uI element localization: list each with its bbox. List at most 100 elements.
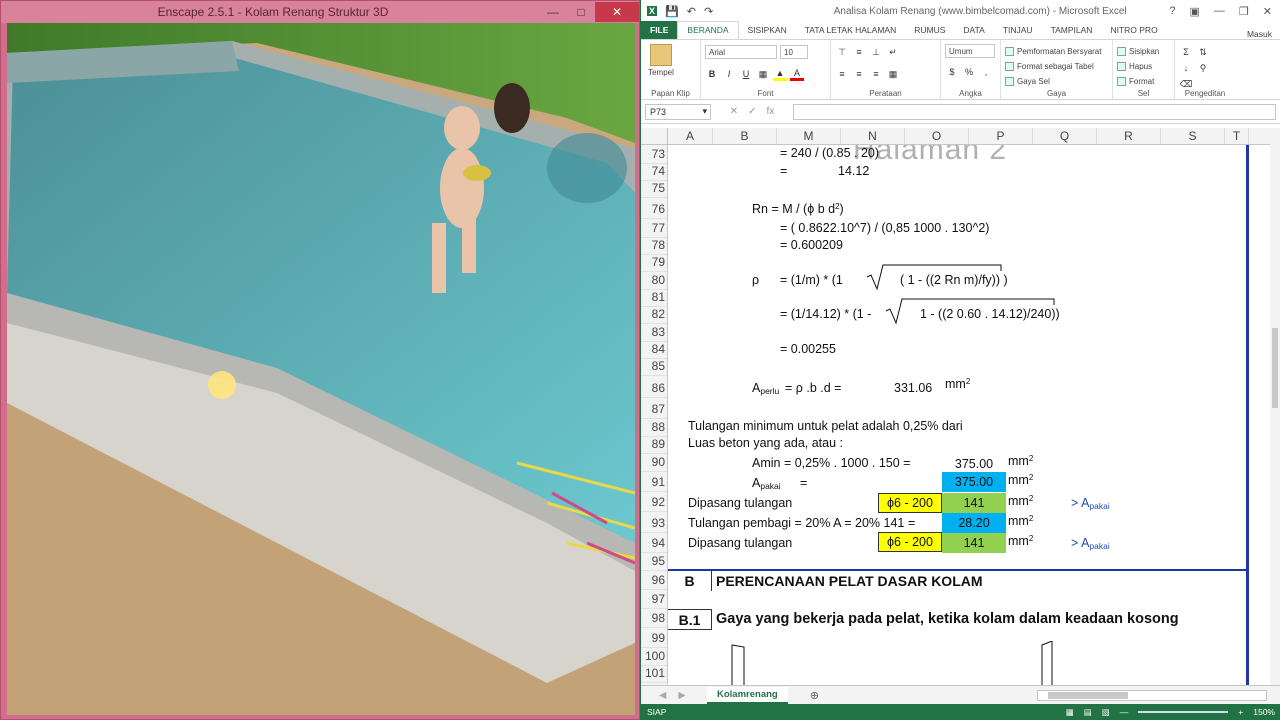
font-name-select[interactable]: Arial (705, 45, 777, 59)
save-icon[interactable]: 💾 (665, 5, 679, 18)
tab-review[interactable]: TINJAU (994, 21, 1042, 39)
insert-function-icon[interactable]: fx (767, 106, 775, 117)
fill-color-icon[interactable]: ▲ (773, 67, 787, 81)
page-break-view-icon[interactable]: ▧ (1102, 707, 1110, 718)
insert-button[interactable]: Sisipkan (1117, 44, 1170, 59)
next-sheet-icon[interactable]: ▶ (678, 690, 685, 701)
number-format-select[interactable]: Umum (945, 44, 995, 58)
tab-page-layout[interactable]: TATA LETAK HALAMAN (796, 21, 905, 39)
tab-insert[interactable]: SISIPKAN (739, 21, 796, 39)
row-header[interactable]: 82 (641, 305, 667, 324)
sort-filter-icon[interactable]: ⇅ (1196, 45, 1210, 59)
fill-icon[interactable]: ↓ (1179, 61, 1193, 75)
italic-icon[interactable]: I (722, 67, 736, 81)
render-viewport[interactable] (7, 23, 635, 715)
column-header[interactable]: R (1097, 128, 1161, 144)
column-header[interactable]: O (905, 128, 969, 144)
row-header[interactable]: 97 (641, 590, 667, 609)
close-icon[interactable]: ✕ (1263, 5, 1272, 18)
select-all-corner[interactable] (641, 128, 668, 144)
autosum-icon[interactable]: Σ (1179, 45, 1193, 59)
amin-value[interactable]: 375.00 (942, 454, 1006, 473)
tab-nitro[interactable]: NITRO PRO (1101, 21, 1166, 39)
formula-input[interactable] (793, 103, 1276, 120)
column-header[interactable]: P (969, 128, 1033, 144)
redo-icon[interactable]: ↷ (704, 5, 713, 18)
column-header[interactable]: N (841, 128, 905, 144)
zoom-out-icon[interactable]: — (1120, 707, 1129, 717)
row-header[interactable]: 76 (641, 200, 667, 219)
font-size-select[interactable]: 10 (780, 45, 808, 59)
merge-icon[interactable]: ▦ (886, 67, 900, 81)
row-header[interactable]: 92 (641, 493, 667, 512)
cell-styles-button[interactable]: Gaya Sel (1005, 74, 1108, 89)
zoom-slider[interactable] (1138, 711, 1229, 713)
row-header[interactable]: 96 (641, 571, 667, 590)
currency-icon[interactable]: $ (945, 65, 959, 79)
row-header[interactable]: 98 (641, 609, 667, 628)
tab-data[interactable]: DATA (954, 21, 993, 39)
restore-icon[interactable]: ❐ (1239, 5, 1249, 18)
help-icon[interactable]: ? (1169, 5, 1175, 18)
align-center-icon[interactable]: ≡ (852, 67, 866, 81)
row-header[interactable]: 89 (641, 435, 667, 454)
horizontal-scrollbar[interactable] (1037, 689, 1267, 701)
percent-icon[interactable]: % (962, 65, 976, 79)
align-left-icon[interactable]: ≡ (835, 67, 849, 81)
minimize-icon[interactable]: — (539, 2, 567, 22)
rebar-area-cell[interactable]: 141 (942, 493, 1006, 513)
column-header[interactable]: B (713, 128, 777, 144)
align-top-icon[interactable]: ⊤ (835, 45, 849, 59)
tab-home[interactable]: BERANDA (677, 21, 739, 39)
rebar-area-cell[interactable]: 141 (942, 533, 1006, 553)
align-bottom-icon[interactable]: ⊥ (869, 45, 883, 59)
scrollbar-thumb[interactable] (1048, 691, 1128, 699)
delete-button[interactable]: Hapus (1117, 59, 1170, 74)
row-header[interactable]: 85 (641, 357, 667, 376)
paste-button[interactable]: Tempel (645, 44, 677, 77)
sheet-tab[interactable]: Kolamrenang (707, 686, 788, 704)
format-button[interactable]: Format (1117, 74, 1170, 89)
normal-view-icon[interactable]: ▦ (1066, 707, 1074, 718)
row-header[interactable]: 87 (641, 400, 667, 419)
comma-icon[interactable]: , (979, 65, 993, 79)
ribbon-display-icon[interactable]: ▣ (1190, 5, 1200, 18)
row-header[interactable]: 99 (641, 629, 667, 648)
distribution-value[interactable]: 28.20 (942, 513, 1006, 533)
maximize-icon[interactable]: □ (567, 2, 595, 22)
tab-file[interactable]: FILE (641, 21, 678, 39)
tab-view[interactable]: TAMPILAN (1042, 21, 1102, 39)
cancel-icon[interactable]: ✕ (730, 106, 738, 117)
rebar-spec-cell[interactable]: ϕ6 - 200 (878, 532, 942, 552)
row-header[interactable]: 94 (641, 534, 667, 553)
wrap-text-icon[interactable]: ↵ (886, 45, 900, 59)
column-header[interactable]: M (777, 128, 841, 144)
bold-icon[interactable]: B (705, 67, 719, 81)
prev-sheet-icon[interactable]: ◀ (659, 690, 666, 701)
zoom-in-icon[interactable]: + (1238, 707, 1243, 717)
worksheet-grid[interactable]: Halaman 2 = 240 / (0.85 . 20) = 14.12 Rn… (668, 145, 1271, 685)
row-header[interactable]: 75 (641, 179, 667, 198)
row-header[interactable]: 95 (641, 552, 667, 571)
enter-icon[interactable]: ✓ (748, 106, 756, 117)
page-layout-view-icon[interactable]: ▤ (1084, 707, 1092, 718)
sign-in-link[interactable]: Masuk (1247, 29, 1280, 39)
column-header[interactable]: Q (1033, 128, 1097, 144)
row-header[interactable]: 90 (641, 453, 667, 472)
find-icon[interactable]: ⚲ (1196, 61, 1210, 75)
column-header[interactable]: T (1225, 128, 1249, 144)
row-header[interactable]: 101 (641, 664, 667, 683)
underline-icon[interactable]: U (739, 67, 753, 81)
name-box[interactable]: P73 ▾ (645, 103, 711, 120)
border-icon[interactable]: ▦ (756, 67, 770, 81)
format-as-table-button[interactable]: Format sebagai Tabel (1005, 59, 1108, 74)
align-middle-icon[interactable]: ≡ (852, 45, 866, 59)
scrollbar-thumb[interactable] (1272, 328, 1278, 408)
rebar-spec-cell[interactable]: ϕ6 - 200 (878, 493, 942, 513)
row-header[interactable]: 79 (641, 253, 667, 272)
conditional-formatting-button[interactable]: Pemformatan Bersyarat (1005, 44, 1108, 59)
row-header[interactable]: 86 (641, 379, 667, 398)
column-header[interactable]: A (668, 128, 713, 144)
undo-icon[interactable]: ↶ (687, 5, 696, 18)
zoom-level[interactable]: 150% (1253, 707, 1275, 717)
